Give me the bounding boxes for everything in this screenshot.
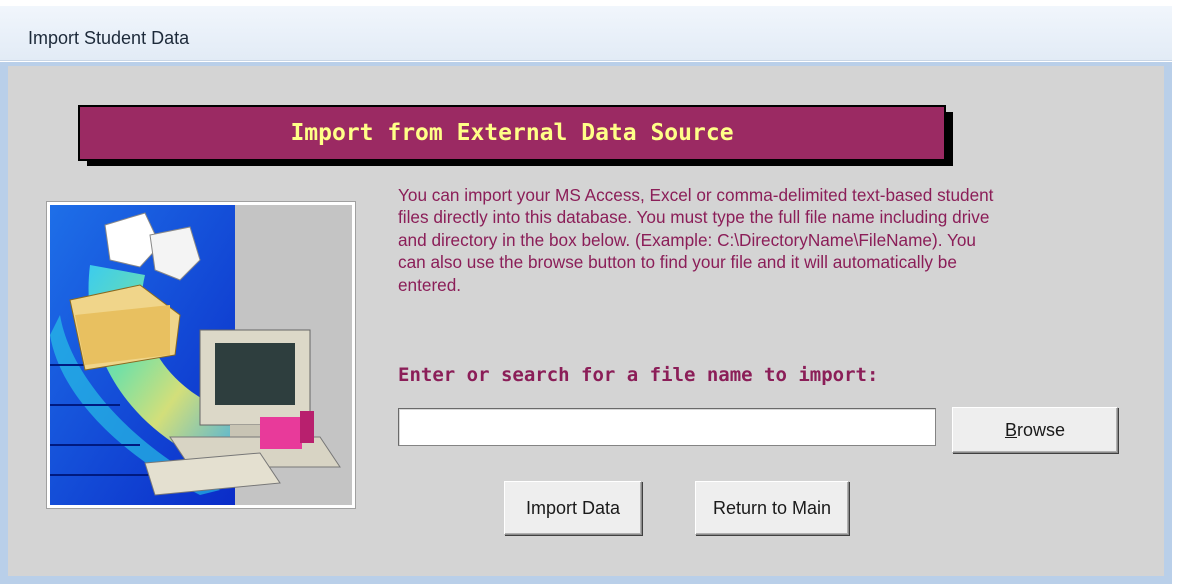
browse-label: rowse xyxy=(1017,419,1066,440)
return-to-main-button[interactable]: Return to Main xyxy=(695,481,849,535)
import-data-button[interactable]: Import Data xyxy=(504,481,642,535)
import-instructions: You can import your MS Access, Excel or … xyxy=(398,185,994,295)
browse-button[interactable]: Browse xyxy=(952,407,1118,453)
form-area: Import from External Data Source You can… xyxy=(8,66,1164,576)
banner: Import from External Data Source xyxy=(78,105,946,161)
file-name-input[interactable] xyxy=(398,408,936,446)
banner-title: Import from External Data Source xyxy=(290,120,734,146)
import-student-data-window: Import Student Data Import from External… xyxy=(0,0,1182,586)
browse-accelerator: B xyxy=(1004,419,1017,440)
file-name-label: Enter or search for a file name to impor… xyxy=(398,364,879,386)
form-border: Import from External Data Source You can… xyxy=(0,62,1172,584)
window-title: Import Student Data xyxy=(28,28,190,48)
computer-with-documents-icon xyxy=(50,205,352,505)
clipart-image xyxy=(46,201,356,509)
title-bar[interactable]: Import Student Data xyxy=(0,6,1172,61)
window-edge xyxy=(1172,0,1182,586)
